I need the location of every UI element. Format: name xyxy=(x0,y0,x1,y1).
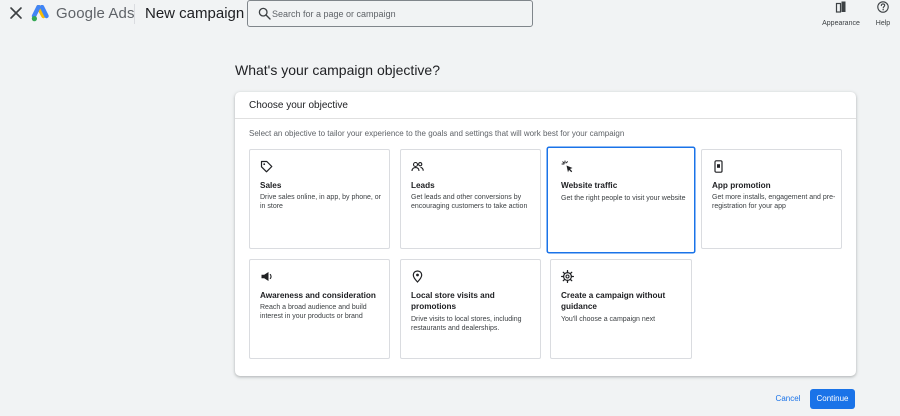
help-label: Help xyxy=(875,20,891,27)
panel-title: Choose your objective xyxy=(249,100,348,111)
cursor-click-icon xyxy=(561,160,573,173)
header-divider xyxy=(134,4,135,24)
objective-description: Reach a broad audience and build interes… xyxy=(260,304,367,320)
objective-description: Get more installs, engagement and pre-re… xyxy=(712,194,836,210)
objective-card-leads[interactable]: Leads Get leads and other conversions by… xyxy=(400,149,541,249)
phone-icon xyxy=(714,160,723,173)
search-box[interactable] xyxy=(247,0,533,27)
top-bar: Google Ads New campaign Appearance Help xyxy=(0,0,900,29)
objective-description: Get the right people to visit your websi… xyxy=(561,195,686,202)
appearance-label: Appearance xyxy=(822,20,860,27)
objective-title: Create a campaign without guidance xyxy=(561,291,666,311)
search-icon xyxy=(258,7,271,20)
people-icon xyxy=(411,161,424,172)
objective-card-awareness[interactable]: Awareness and consideration Reach a broa… xyxy=(249,259,390,359)
panel-description: Select an objective to tailor your exper… xyxy=(249,129,625,138)
help-icon xyxy=(877,1,889,13)
objective-heading: What's your campaign objective? xyxy=(235,62,440,78)
objective-title: Awareness and consideration xyxy=(260,291,376,300)
objective-description: Drive sales online, in app, by phone, or… xyxy=(260,194,382,210)
objective-title: App promotion xyxy=(712,181,771,190)
objective-description: You'll choose a campaign next xyxy=(561,316,656,323)
objective-title: Leads xyxy=(411,181,435,190)
appearance-icon xyxy=(835,1,846,13)
objective-title: Website traffic xyxy=(561,181,618,190)
close-icon[interactable] xyxy=(8,5,24,21)
help-button[interactable]: Help xyxy=(870,0,896,27)
objective-description: Drive visits to local stores, including … xyxy=(411,316,522,332)
megaphone-icon xyxy=(261,272,272,281)
tag-icon xyxy=(260,160,273,173)
panel-divider xyxy=(235,118,856,119)
objective-title: Sales xyxy=(260,181,282,190)
objective-card-website-traffic[interactable]: Website traffic Get the right people to … xyxy=(547,147,695,253)
objective-card-no-guidance[interactable]: Create a campaign without guidance You'l… xyxy=(550,259,692,359)
cancel-button[interactable]: Cancel xyxy=(769,389,807,408)
location-pin-icon xyxy=(412,270,423,283)
objective-panel: Choose your objective Select an objectiv… xyxy=(235,92,856,376)
search-input[interactable] xyxy=(272,3,527,24)
appearance-button[interactable]: Appearance xyxy=(819,0,863,27)
page-title: New campaign xyxy=(145,5,245,22)
objective-card-sales[interactable]: Sales Drive sales online, in app, by pho… xyxy=(249,149,390,249)
google-ads-logo-icon xyxy=(31,5,49,22)
objective-description: Get leads and other conversions by encou… xyxy=(411,194,528,210)
brand-name: Google Ads xyxy=(56,5,135,22)
objective-title: Local store visits and promotions xyxy=(411,291,495,311)
objective-card-app-promotion[interactable]: App promotion Get more installs, engagem… xyxy=(701,149,842,249)
objective-card-local-store[interactable]: Local store visits and promotions Drive … xyxy=(400,259,541,359)
continue-button[interactable]: Continue xyxy=(810,389,855,409)
gear-icon xyxy=(561,270,574,283)
